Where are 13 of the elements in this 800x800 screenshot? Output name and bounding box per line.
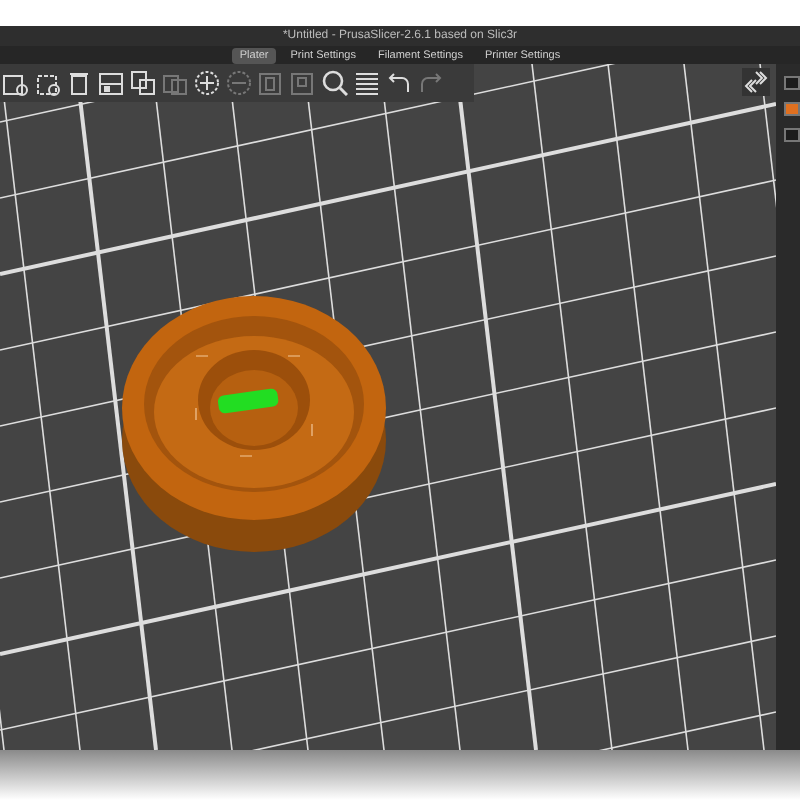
arrange-icon[interactable] (98, 70, 124, 96)
plus-icon[interactable] (194, 70, 220, 96)
layers-icon[interactable] (354, 70, 380, 96)
search-icon[interactable] (322, 70, 348, 96)
undo-icon[interactable] (386, 70, 412, 96)
trash-icon[interactable] (66, 70, 92, 96)
printer-combo[interactable] (784, 128, 800, 142)
delete-icon[interactable] (34, 70, 60, 96)
preset-combo[interactable] (784, 76, 800, 90)
copy-icon[interactable] (130, 70, 156, 96)
add-icon[interactable] (2, 70, 28, 96)
model-drawing[interactable] (122, 296, 386, 552)
collapse-sidebar-icon[interactable] (742, 68, 770, 96)
